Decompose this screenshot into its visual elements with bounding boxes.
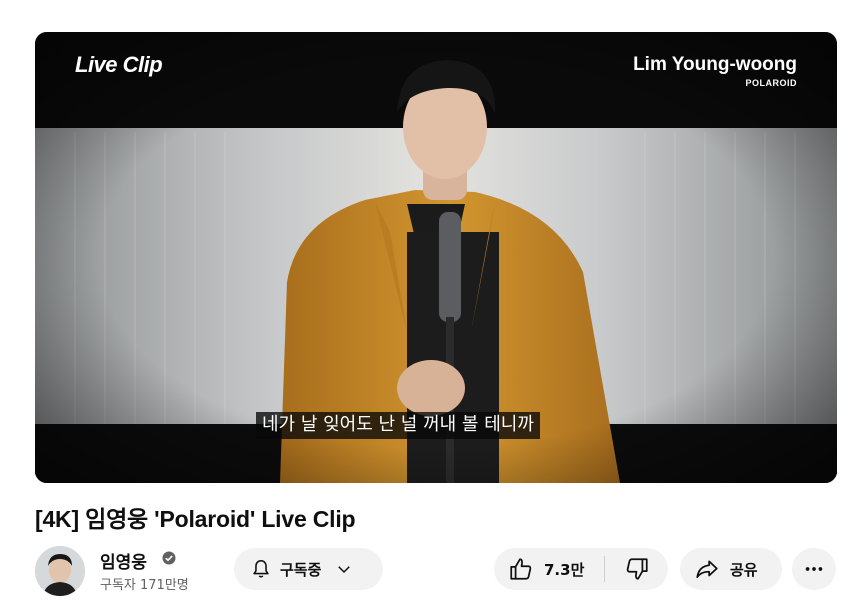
bell-icon bbox=[253, 559, 269, 578]
live-clip-logo: Live Clip bbox=[75, 52, 163, 77]
polaroid-logo: POLAROID bbox=[745, 78, 797, 88]
share-label: 공유 bbox=[730, 560, 758, 579]
share-arrow-icon bbox=[696, 560, 718, 578]
dislike-button[interactable] bbox=[605, 548, 668, 590]
subscribe-label: 구독중 bbox=[280, 560, 322, 579]
channel-name[interactable]: 임영웅 bbox=[100, 548, 147, 573]
thumbs-up-icon bbox=[510, 558, 532, 580]
channel-avatar[interactable] bbox=[35, 546, 85, 596]
subscriber-count: 구독자 171만명 bbox=[100, 578, 189, 593]
video-title: [4K] 임영웅 'Polaroid' Live Clip bbox=[35, 506, 356, 532]
thumbs-down-icon bbox=[626, 558, 648, 580]
subscribe-button[interactable]: 구독중 bbox=[234, 548, 383, 590]
like-count: 7.3만 bbox=[544, 560, 585, 579]
more-horizontal-icon bbox=[805, 567, 823, 571]
verified-badge-icon bbox=[162, 551, 176, 565]
chevron-down-icon bbox=[338, 566, 351, 574]
like-button[interactable]: 7.3만 bbox=[494, 548, 604, 590]
share-button[interactable]: 공유 bbox=[680, 548, 782, 590]
video-subtitle: 네가 날 잊어도 난 널 꺼내 볼 테니까 bbox=[256, 412, 540, 439]
artist-logo: Lim Young-woong bbox=[633, 54, 797, 75]
more-actions-button[interactable] bbox=[792, 548, 836, 590]
like-dislike-group: 7.3만 bbox=[494, 548, 668, 590]
avatar-image bbox=[35, 546, 85, 596]
